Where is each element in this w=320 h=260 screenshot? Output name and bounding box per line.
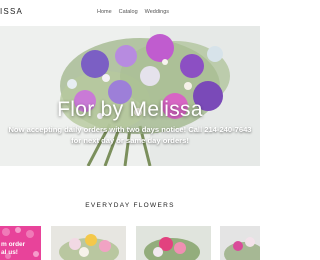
section-title: EVERYDAY FLOWERS [85, 202, 175, 209]
product-image [144, 237, 200, 260]
hero-announcement-line: Now accepting daily orders with two days… [8, 125, 252, 134]
promo-text: m order al us! [1, 241, 41, 257]
hero-announcement-line-2: for next day or same day orders! [71, 136, 189, 145]
product-image [224, 237, 260, 260]
nav-catalog[interactable]: Catalog [119, 9, 138, 15]
product-tile-promo[interactable]: m order al us! [0, 226, 41, 260]
promo-text-line-2: al us! [1, 249, 18, 256]
nav-weddings[interactable]: Weddings [145, 9, 169, 15]
promo-text-line-1: m order [1, 241, 26, 248]
hero-bouquet-image [0, 26, 260, 166]
product-tile[interactable] [51, 226, 126, 260]
site-header: ISSA Home Catalog Weddings [0, 0, 260, 26]
hero-banner: Flor by Melissa Now accepting daily orde… [0, 26, 260, 166]
product-tile[interactable] [136, 226, 211, 260]
product-image [59, 234, 119, 260]
site-logo[interactable]: ISSA [0, 7, 23, 16]
main-nav: Home Catalog Weddings [97, 9, 169, 15]
product-tile[interactable] [220, 226, 260, 260]
hero-title: Flor by Melissa [57, 98, 203, 121]
nav-home[interactable]: Home [97, 9, 112, 15]
